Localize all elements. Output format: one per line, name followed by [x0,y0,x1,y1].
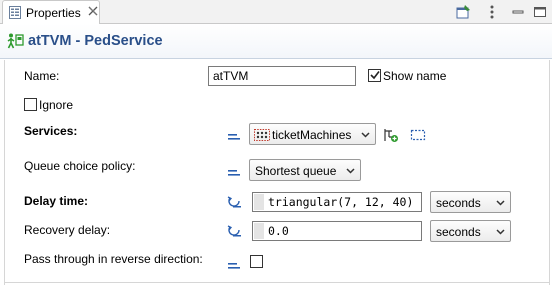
view-tab-strip: Properties [0,0,552,25]
recovery-delay-unit-select[interactable]: seconds [430,220,511,242]
services-label: Services: [24,124,78,138]
code-gutter [254,223,264,239]
create-element-icon[interactable] [383,127,399,143]
select-on-graph-icon[interactable] [410,127,426,143]
recovery-delay-value: 0.0 [268,224,289,238]
queue-choice-label: Queue choice policy: [24,159,136,173]
resource-pool-icon [254,129,270,141]
view-menu-icon[interactable] [484,4,500,20]
delay-time-unit-select[interactable]: seconds [430,191,511,213]
panel-border-bottom [4,282,549,283]
ignore-label: Ignore [39,98,74,112]
pass-through-label: Pass through in reverse direction: [24,252,203,266]
queue-choice-select[interactable]: Shortest queue [249,159,361,181]
chevron-down-icon [361,132,370,138]
show-name-label: Show name [383,69,447,83]
services-select[interactable]: ticketMachines [249,123,376,145]
panel-border-right [549,60,550,285]
properties-icon [9,6,21,19]
static-mode-icon[interactable] [226,256,242,272]
recovery-delay-unit-value: seconds [436,225,481,239]
pin-icon[interactable] [455,4,471,20]
recovery-delay-label: Recovery delay: [24,223,111,237]
ped-service-icon [7,33,24,49]
chevron-down-icon [496,229,505,235]
name-label: Name: [24,69,60,83]
delay-time-unit-value: seconds [436,196,481,210]
chevron-down-icon [346,168,355,174]
page-title: atTVM - PedService [28,33,163,49]
recovery-delay-field[interactable]: 0.0 [252,221,422,241]
queue-choice-value: Shortest queue [255,164,337,178]
maximize-icon[interactable] [532,4,548,20]
delay-time-field[interactable]: triangular(7, 12, 40) [252,192,422,212]
static-mode-icon[interactable] [226,163,242,179]
name-value: atTVM [213,69,249,83]
name-field[interactable]: atTVM [208,66,356,86]
pass-through-checkbox[interactable] [250,255,263,268]
delay-time-label: Delay time: [24,194,89,208]
properties-header: atTVM - PedService [0,24,552,59]
minimize-icon[interactable] [510,4,526,20]
dynamic-mode-icon[interactable] [226,224,242,240]
chevron-down-icon [496,200,505,206]
ignore-checkbox[interactable] [24,98,37,111]
tab-label: Properties [26,6,81,20]
delay-time-value: triangular(7, 12, 40) [268,195,414,209]
tab-properties[interactable]: Properties [2,0,100,25]
panel-border-left [4,60,5,285]
checkmark-icon [370,71,380,80]
show-name-checkbox[interactable] [368,69,381,82]
dynamic-mode-icon[interactable] [226,195,242,211]
close-icon[interactable] [87,5,99,17]
static-mode-icon[interactable] [226,127,242,143]
code-gutter [254,194,264,210]
services-value: ticketMachines [272,128,352,142]
